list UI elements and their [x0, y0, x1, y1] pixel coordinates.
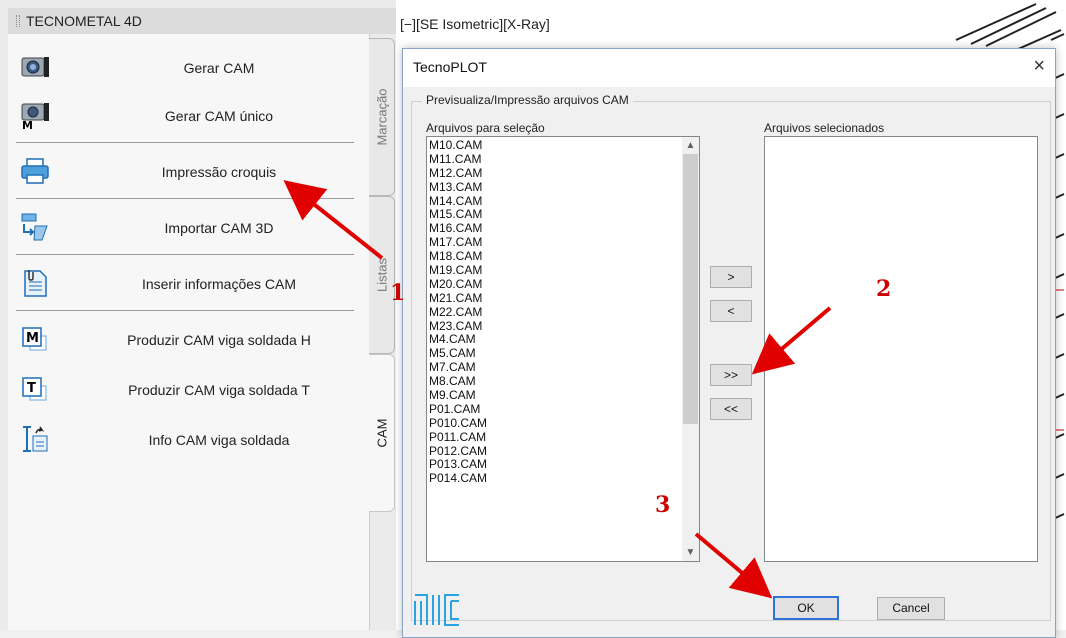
- svg-text:T: T: [27, 381, 36, 396]
- list-item[interactable]: M16.CAM: [429, 221, 487, 236]
- svg-text:M: M: [26, 331, 39, 346]
- scrollbar-thumb[interactable]: [683, 154, 698, 424]
- palette-item-info-cam-viga-soldada[interactable]: Info CAM viga soldada: [8, 412, 370, 468]
- list-item[interactable]: M17.CAM: [429, 235, 487, 250]
- palette-title-bar[interactable]: TECNOMETAL 4D: [8, 8, 396, 34]
- palette-item-label: Produzir CAM viga soldada H: [127, 332, 311, 348]
- palette-item-label: Produzir CAM viga soldada T: [128, 382, 310, 398]
- list-item[interactable]: M11.CAM: [429, 152, 487, 167]
- beam-info-icon: [20, 424, 50, 454]
- add-all-button[interactable]: >>: [710, 364, 752, 386]
- printer-icon: [20, 156, 50, 186]
- list-item[interactable]: P011.CAM: [429, 430, 487, 445]
- list-item[interactable]: M22.CAM: [429, 305, 487, 320]
- list-item[interactable]: M20.CAM: [429, 277, 487, 292]
- list-item[interactable]: P01.CAM: [429, 402, 487, 417]
- palette-item-label: Info CAM viga soldada: [148, 432, 290, 448]
- remove-button[interactable]: <: [710, 300, 752, 322]
- list-item[interactable]: M10.CAM: [429, 138, 487, 153]
- list-item[interactable]: M19.CAM: [429, 263, 487, 278]
- list-item[interactable]: M7.CAM: [429, 360, 487, 375]
- annotation-number: 1: [390, 280, 406, 306]
- dialog-title-bar[interactable]: TecnoPLOT ×: [403, 49, 1055, 87]
- list-item[interactable]: M13.CAM: [429, 180, 487, 195]
- annotation-number: 3: [655, 492, 671, 518]
- list-item[interactable]: M12.CAM: [429, 166, 487, 181]
- scroll-up-icon[interactable]: ▲: [682, 137, 699, 154]
- remove-all-button[interactable]: <<: [710, 398, 752, 420]
- list-item[interactable]: P013.CAM: [429, 458, 487, 472]
- paperclip-document-icon: [20, 268, 50, 298]
- m-box-icon: M: [20, 324, 50, 354]
- cancel-button[interactable]: Cancel: [877, 597, 945, 620]
- selected-files-label: Arquivos selecionados: [764, 121, 885, 135]
- list-item[interactable]: M21.CAM: [429, 291, 487, 306]
- tab-label: Listas: [374, 258, 389, 292]
- palette-item-importar-cam-3d[interactable]: Importar CAM 3D: [8, 200, 370, 256]
- tab-marcacao[interactable]: Marcação: [369, 38, 395, 196]
- tool-palette: TECNOMETAL 4D Gerar CAM M Gerar CAM únic…: [0, 0, 396, 630]
- group-title: Previsualiza/Impressão arquivos CAM: [422, 93, 633, 107]
- camera-m-icon: M: [20, 100, 50, 132]
- palette-panel: Gerar CAM M Gerar CAM único Impressão cr…: [8, 34, 370, 630]
- annotation-number: 2: [876, 276, 892, 302]
- available-files-scrollbar[interactable]: ▲ ▼: [682, 137, 699, 561]
- list-item[interactable]: P010.CAM: [429, 416, 487, 431]
- palette-title: TECNOMETAL 4D: [26, 13, 142, 29]
- tab-label: Marcação: [374, 88, 389, 146]
- list-item[interactable]: M9.CAM: [429, 388, 487, 403]
- palette-item-produzir-cam-viga-h[interactable]: M Produzir CAM viga soldada H: [8, 312, 370, 368]
- camera-icon: [20, 52, 50, 82]
- palette-item-gerar-cam-unico[interactable]: M Gerar CAM único: [8, 88, 370, 144]
- available-files-items: M10.CAM M11.CAM M12.CAM M13.CAM M14.CAM M15.C…: [429, 138, 487, 486]
- cam-files-group: Previsualiza/Impressão arquivos CAM Arqu…: [411, 93, 1051, 621]
- import-3d-icon: [20, 212, 50, 242]
- svg-text:M: M: [22, 119, 33, 130]
- list-item[interactable]: M23.CAM: [429, 319, 487, 334]
- scroll-down-icon[interactable]: ▼: [682, 544, 699, 561]
- list-item[interactable]: M14.CAM: [429, 194, 487, 209]
- palette-item-label: Inserir informações CAM: [141, 276, 297, 292]
- list-item[interactable]: P014.CAM: [429, 471, 487, 486]
- grip-icon[interactable]: [16, 15, 20, 27]
- palette-item-produzir-cam-viga-t[interactable]: T Produzir CAM viga soldada T: [8, 362, 370, 418]
- tab-cam[interactable]: CAM: [369, 354, 395, 512]
- tab-label: CAM: [374, 418, 389, 448]
- list-item[interactable]: M18.CAM: [429, 249, 487, 264]
- tab-listas[interactable]: Listas: [369, 196, 395, 354]
- ok-button[interactable]: OK: [773, 596, 839, 620]
- add-button[interactable]: >: [710, 266, 752, 288]
- palette-item-label: Impressão croquis: [161, 164, 277, 180]
- separator: [16, 142, 354, 143]
- list-item[interactable]: M5.CAM: [429, 346, 487, 361]
- separator: [16, 198, 354, 199]
- palette-item-label: Importar CAM 3D: [164, 220, 274, 236]
- list-item[interactable]: M8.CAM: [429, 374, 487, 389]
- tecnometal-logo-icon: [413, 593, 461, 627]
- tecnoplot-dialog: TecnoPLOT × Previsualiza/Impressão arqui…: [402, 48, 1056, 638]
- selected-files-list[interactable]: [764, 136, 1038, 562]
- list-item[interactable]: M4.CAM: [429, 333, 487, 347]
- separator: [16, 310, 354, 311]
- list-item[interactable]: M15.CAM: [429, 208, 487, 222]
- palette-item-label: Gerar CAM único: [164, 108, 274, 124]
- close-icon[interactable]: ×: [1033, 55, 1045, 78]
- palette-item-inserir-informacoes-cam[interactable]: Inserir informações CAM: [8, 256, 370, 312]
- separator: [16, 254, 354, 255]
- list-item[interactable]: P012.CAM: [429, 444, 487, 459]
- t-box-icon: T: [20, 374, 50, 404]
- palette-item-impressao-croquis[interactable]: Impressão croquis: [8, 144, 370, 200]
- available-files-label: Arquivos para seleção: [426, 121, 545, 135]
- dialog-title: TecnoPLOT: [413, 59, 487, 75]
